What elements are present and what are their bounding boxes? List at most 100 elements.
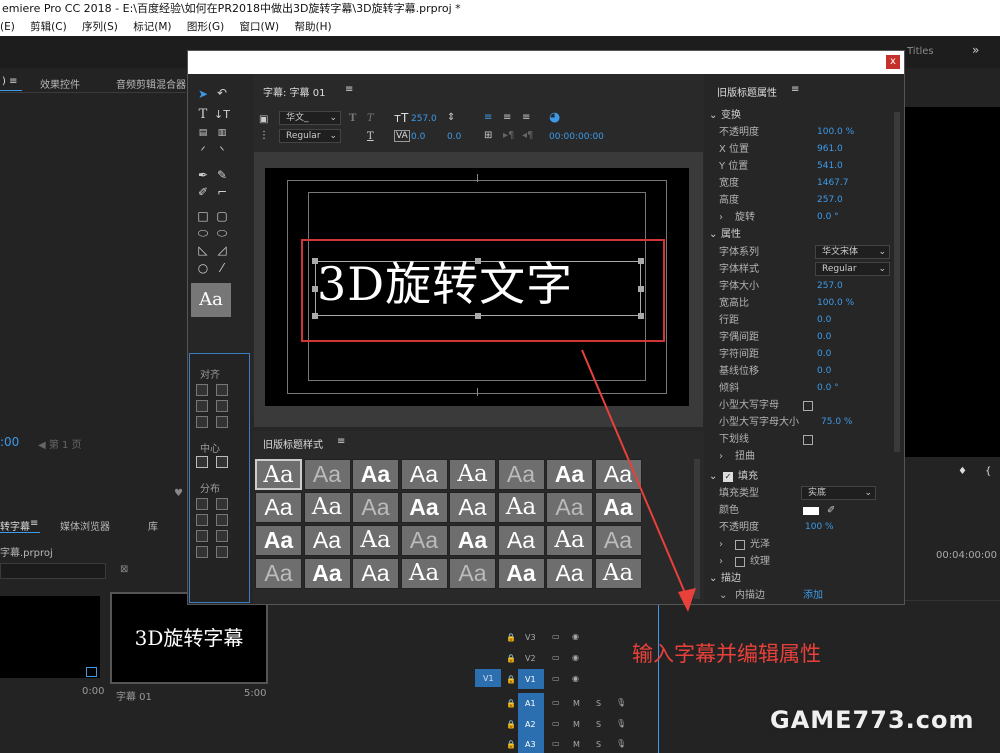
tab-library[interactable]: 库	[148, 518, 158, 533]
solo-button[interactable]: S	[596, 699, 601, 708]
align-top-icon[interactable]	[216, 384, 228, 396]
y-position-value[interactable]: 541.0	[817, 158, 843, 175]
x-position-value[interactable]: 961.0	[817, 141, 843, 158]
menu-sequence[interactable]: 序列(S)	[82, 21, 118, 33]
distribute-vertical-icon[interactable]	[216, 546, 228, 558]
more-workspaces-icon[interactable]: »	[972, 43, 979, 57]
eye-icon[interactable]: ◉	[572, 653, 579, 662]
lock-icon[interactable]: 🔒	[506, 720, 516, 729]
rotation-value[interactable]: 0.0 °	[817, 209, 839, 226]
close-button[interactable]: x	[886, 55, 900, 69]
texture-checkbox[interactable]	[735, 557, 745, 567]
width-value[interactable]: 1467.7	[817, 175, 849, 192]
panel-menu-icon[interactable]: ≡	[345, 84, 353, 95]
font-size-value[interactable]: 257.0	[411, 114, 437, 124]
add-anchor-tool-icon[interactable]: ✎	[214, 168, 230, 182]
style-swatch[interactable]: Aa	[352, 459, 399, 490]
style-swatch[interactable]: Aa	[497, 525, 545, 556]
new-bin-icon[interactable]: ⊠	[120, 564, 128, 575]
add-stroke-link[interactable]: 添加	[803, 587, 823, 604]
style-swatch[interactable]: Aa	[255, 492, 302, 523]
distribute-bottom-icon[interactable]	[216, 530, 228, 542]
align-middle-icon[interactable]	[216, 400, 228, 412]
tab-stops-icon[interactable]: ⊞	[484, 130, 492, 141]
tab-effect-controls[interactable]: 效果控件	[40, 76, 80, 91]
fill-opacity-value[interactable]: 100 %	[805, 519, 834, 536]
tab-title[interactable]: 字幕: 字幕 01	[263, 84, 325, 99]
wedge-tool-icon[interactable]: ◺	[195, 243, 211, 257]
underline-icon[interactable]: T	[367, 131, 374, 142]
page-selector[interactable]: ◀ 第 1 页	[38, 436, 82, 451]
small-caps-size-value[interactable]: 75.0 %	[821, 414, 852, 431]
rectangle-tool-icon[interactable]: □	[195, 209, 211, 223]
style-swatch[interactable]: Aa	[400, 459, 448, 490]
lock-icon[interactable]: 🔒	[506, 675, 516, 684]
arc-tool-icon[interactable]: ◿	[214, 243, 230, 257]
rounded-rectangle-tool-icon[interactable]: ▢	[214, 209, 230, 223]
lock-icon[interactable]: 🔒	[506, 633, 516, 642]
italic-icon[interactable]: T	[367, 113, 374, 124]
title-clip-thumbnail[interactable]: 3D旋转字幕	[110, 592, 268, 684]
style-swatch[interactable]: Aa	[255, 558, 302, 589]
tab-media-browser[interactable]: 媒体浏览器	[60, 518, 110, 533]
align-left-text-icon[interactable]: ≡	[484, 112, 492, 123]
in-point-icon[interactable]: {	[985, 466, 991, 477]
film-icon[interactable]: ▭	[552, 739, 560, 748]
solo-button[interactable]: S	[596, 720, 601, 729]
marker-icon[interactable]: ♦	[958, 466, 967, 477]
title-text[interactable]: 3D旋转文字	[317, 254, 647, 314]
film-icon[interactable]: ▭	[552, 698, 560, 707]
rounded-corner-tool-icon[interactable]: ⬭	[214, 226, 230, 240]
style-swatch[interactable]: Aa	[303, 459, 351, 490]
style-swatch[interactable]: Aa	[352, 558, 399, 589]
align-left-icon[interactable]	[196, 384, 208, 396]
new-title-icon[interactable]: ▣	[259, 114, 268, 125]
rotation-tool-icon[interactable]: ↶	[214, 86, 230, 100]
menu-edit[interactable]: (E)	[0, 21, 15, 33]
tab-title-properties[interactable]: 旧版标题属性	[717, 84, 777, 99]
film-icon[interactable]: ▭	[552, 653, 560, 662]
mute-button[interactable]: M	[573, 720, 580, 729]
microphone-icon[interactable]: 🎙	[616, 698, 626, 707]
workspace-tab-titles[interactable]: Titles	[907, 46, 934, 57]
tab-title-styles[interactable]: 旧版标题样式	[263, 436, 323, 451]
kerning-value[interactable]: 0.0	[817, 329, 831, 346]
sheen-checkbox[interactable]	[735, 540, 745, 550]
distribute-middle-icon[interactable]	[216, 514, 228, 526]
menu-help[interactable]: 帮助(H)	[294, 21, 331, 33]
film-icon[interactable]: ▭	[552, 719, 560, 728]
tracking-value[interactable]: 0.0	[817, 346, 831, 363]
bold-icon[interactable]: T	[349, 113, 356, 124]
section-stroke[interactable]: ⌄ 描边	[705, 570, 904, 587]
tab-audio-mixer[interactable]: 音频剪辑混合器	[116, 76, 186, 91]
style-swatch[interactable]: Aa	[303, 492, 351, 523]
menu-clip[interactable]: 剪辑(C)	[30, 21, 67, 33]
chevron-down-icon[interactable]: ⌄	[719, 587, 727, 604]
style-swatch[interactable]: Aa	[449, 492, 496, 523]
underline-checkbox[interactable]	[803, 435, 813, 445]
leading-value[interactable]: 0.0	[447, 132, 461, 142]
section-transform[interactable]: ⌄ 变换	[705, 107, 904, 124]
style-swatch[interactable]: Aa	[497, 492, 545, 523]
panel-menu-icon[interactable]: ≡	[30, 518, 38, 529]
style-swatch[interactable]: Aa	[497, 459, 545, 490]
show-video-icon[interactable]: ◕	[549, 110, 560, 125]
line-tool-icon[interactable]: ⁄	[214, 261, 230, 275]
eyedropper-icon[interactable]: ✐	[827, 502, 835, 519]
show-background-icon[interactable]: ▸¶	[503, 130, 514, 141]
panel-menu-icon[interactable]: ) ≡	[2, 76, 17, 87]
vertical-path-type-tool-icon[interactable]: ᐠ	[214, 144, 230, 158]
distribute-left-icon[interactable]	[196, 498, 208, 510]
tab-project[interactable]: 转字幕	[0, 518, 30, 533]
align-bottom-icon[interactable]	[216, 416, 228, 428]
slant-value[interactable]: 0.0 °	[817, 380, 839, 397]
align-right-text-icon[interactable]: ≡	[522, 112, 530, 123]
clipped-corner-tool-icon[interactable]: ⬭	[195, 226, 211, 240]
ellipse-tool-icon[interactable]: ○	[195, 261, 211, 275]
panel-menu-icon[interactable]: ≡	[791, 84, 799, 95]
align-right-icon[interactable]	[196, 416, 208, 428]
style-swatch[interactable]: Aa	[400, 492, 448, 523]
lock-icon[interactable]: 🔒	[506, 654, 516, 663]
lock-icon[interactable]: 🔒	[506, 740, 516, 749]
distribute-top-icon[interactable]	[216, 498, 228, 510]
